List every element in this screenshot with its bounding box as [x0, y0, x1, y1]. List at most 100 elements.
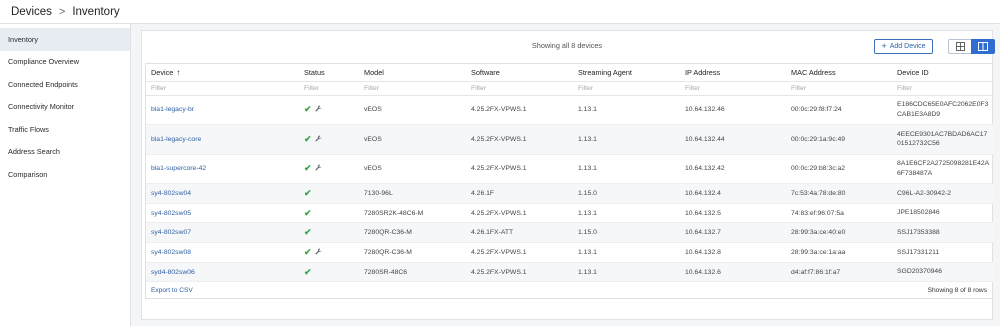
table-row[interactable]: syd4-802sw06 ✔ 7280SR-48C6 4.25.2FX-VPWS.1 1… — [146, 262, 994, 283]
model-cell: vEOS — [359, 124, 466, 155]
sidebar-item-connected-endpoints[interactable]: Connected Endpoints — [0, 73, 130, 96]
status-cell: ✔ — [299, 262, 359, 283]
device-link[interactable]: bla1-supercore-42 — [151, 165, 206, 172]
sidebar-item-connectivity-monitor[interactable]: Connectivity Monitor — [0, 96, 130, 119]
column-header-device-id[interactable]: Device ID — [892, 64, 994, 82]
split-view-icon — [978, 42, 988, 51]
table-row[interactable]: bla1-legacy-br ✔ vEOS 4.25.2FX-VPWS.1 1.13.1… — [146, 95, 994, 125]
device-name-cell: bla1-supercore-42 — [146, 154, 299, 184]
table-row[interactable]: sy4-802sw04 ✔ 7130-96L 4.26.1F 1.15.0 10.64.1… — [146, 183, 994, 204]
device-link[interactable]: syd4-802sw06 — [151, 269, 195, 276]
filter-input-status[interactable]: Filter — [299, 81, 359, 96]
device-id-cell: E186CDC65E0AFC2062E0F3CAB1E3A8D9 — [892, 95, 994, 125]
column-header-ip-address[interactable]: IP Address — [680, 64, 786, 82]
status-cell: ✔ — [299, 183, 359, 204]
model-cell: 7280SR2K-48C6-M — [359, 203, 466, 224]
table-row[interactable]: sy4-802sw08 ✔ 7280QR-C36-M 4.25.2FX-VPWS.1 1… — [146, 242, 994, 263]
column-header-model[interactable]: Model — [359, 64, 466, 82]
status-cell: ✔ — [299, 242, 359, 263]
filter-input-model[interactable]: Filter — [359, 81, 466, 96]
check-icon: ✔ — [304, 163, 312, 174]
inventory-panel: Showing all 8 devices + Add Device Devic… — [141, 30, 995, 320]
showing-count: Showing all 8 devices — [531, 41, 603, 50]
mac-address-cell: 00:0c:29:1a:9c:49 — [786, 124, 892, 155]
table-row[interactable]: sy4-802sw05 ✔ 7280SR2K-48C6-M 4.25.2FX-VPWS… — [146, 203, 994, 224]
ip-address-cell: 10.64.132.5 — [680, 203, 786, 224]
column-header-streaming-agent[interactable]: Streaming Agent — [573, 64, 680, 82]
table-row[interactable]: bla1-legacy-core ✔ vEOS 4.25.2FX-VPWS.1 1.13… — [146, 124, 994, 155]
device-name-cell: bla1-legacy-core — [146, 124, 299, 155]
column-header-software[interactable]: Software — [466, 64, 573, 82]
plus-icon: + — [881, 41, 887, 51]
column-header-device[interactable]: Device ↑ — [146, 64, 299, 82]
filter-input-mac-address[interactable]: Filter — [786, 81, 892, 96]
sidebar-item-traffic-flows[interactable]: Traffic Flows — [0, 118, 130, 141]
status-cell: ✔ — [299, 124, 359, 155]
device-link[interactable]: sy4-802sw07 — [151, 229, 191, 236]
filter-input-device-id[interactable]: Filter — [892, 81, 994, 96]
device-link[interactable]: sy4-802sw08 — [151, 249, 191, 256]
check-icon: ✔ — [304, 266, 312, 277]
streaming-agent-cell: 1.13.1 — [573, 203, 680, 224]
device-name-cell: sy4-802sw07 — [146, 222, 299, 244]
ip-address-cell: 10.64.132.42 — [680, 154, 786, 184]
breadcrumb-root[interactable]: Devices — [11, 6, 52, 18]
column-header-mac-address[interactable]: MAC Address — [786, 64, 892, 82]
streaming-agent-cell: 1.13.1 — [573, 154, 680, 184]
filter-row: Filter Filter Filter Filter Filter Filte… — [146, 81, 994, 96]
device-id-cell: SSJ17331211 — [892, 242, 994, 263]
software-cell: 4.25.2FX-VPWS.1 — [466, 262, 573, 283]
model-cell: 7280QR-C36-M — [359, 222, 466, 244]
table-footer: Export to CSV Showing 8 of 8 rows — [146, 282, 992, 298]
export-csv-link[interactable]: Export to CSV — [151, 287, 193, 294]
filter-input-device[interactable]: Filter — [146, 81, 299, 96]
table-row[interactable]: bla1-supercore-42 ✔ vEOS 4.25.2FX-VPWS.1 1.1… — [146, 154, 994, 184]
grid-view-button[interactable] — [948, 39, 972, 54]
split-view-button[interactable] — [971, 39, 995, 54]
table-row[interactable]: sy4-802sw07 ✔ 7280QR-C36-M 4.26.1FX-ATT 1.15… — [146, 222, 994, 244]
table-body: bla1-legacy-br ✔ vEOS 4.25.2FX-VPWS.1 1.13.1… — [146, 95, 994, 283]
model-cell: 7130-96L — [359, 183, 466, 204]
add-device-button[interactable]: + Add Device — [874, 39, 933, 54]
filter-input-software[interactable]: Filter — [466, 81, 573, 96]
filter-input-ip-address[interactable]: Filter — [680, 81, 786, 96]
device-link[interactable]: bla1-legacy-br — [151, 106, 194, 113]
sidebar-item-inventory[interactable]: Inventory — [0, 28, 130, 51]
device-name-cell: sy4-802sw08 — [146, 242, 299, 263]
device-name-cell: syd4-802sw06 — [146, 262, 299, 283]
software-cell: 4.26.1FX-ATT — [466, 222, 573, 244]
breadcrumb-separator: > — [58, 5, 66, 18]
mac-address-cell: d4:af:f7:86:1f:a7 — [786, 262, 892, 283]
status-cell: ✔ — [299, 95, 359, 125]
streaming-agent-cell: 1.15.0 — [573, 183, 680, 204]
streaming-agent-cell: 1.13.1 — [573, 95, 680, 125]
mac-address-cell: 7c:53:4a:78:de:80 — [786, 183, 892, 204]
device-id-cell: SGD20370946 — [892, 262, 994, 283]
filter-input-streaming-agent[interactable]: Filter — [573, 81, 680, 96]
sidebar-item-comparison[interactable]: Comparison — [0, 163, 130, 186]
sidebar-item-compliance-overview[interactable]: Compliance Overview — [0, 51, 130, 74]
device-link[interactable]: bla1-legacy-core — [151, 136, 201, 143]
sidebar-item-address-search[interactable]: Address Search — [0, 141, 130, 164]
row-count: Showing 8 of 8 rows — [927, 286, 987, 294]
device-link[interactable]: sy4-802sw05 — [151, 210, 191, 217]
ip-address-cell: 10.64.132.7 — [680, 222, 786, 244]
column-header-status[interactable]: Status — [299, 64, 359, 82]
streaming-agent-cell: 1.13.1 — [573, 124, 680, 155]
device-table: Device ↑ Status Model Software Streaming … — [145, 63, 994, 300]
wrench-icon — [314, 248, 322, 257]
device-link[interactable]: sy4-802sw04 — [151, 190, 191, 197]
sidebar-item-label: Address Search — [8, 147, 60, 157]
software-cell: 4.25.2FX-VPWS.1 — [466, 154, 573, 184]
device-name-cell: sy4-802sw05 — [146, 203, 299, 224]
device-id-cell: JPE18502846 — [892, 203, 994, 224]
sidebar-item-label: Connectivity Monitor — [8, 102, 75, 112]
page-title: Inventory — [72, 5, 120, 18]
mac-address-cell: 28:99:3a:ce:1a:aa — [786, 242, 892, 263]
model-cell: 7280SR-48C6 — [359, 262, 466, 283]
software-cell: 4.25.2FX-VPWS.1 — [466, 203, 573, 224]
software-cell: 4.25.2FX-VPWS.1 — [466, 124, 573, 155]
sidebar-item-label: Traffic Flows — [8, 124, 49, 134]
check-icon: ✔ — [304, 227, 312, 238]
ip-address-cell: 10.64.132.44 — [680, 124, 786, 155]
